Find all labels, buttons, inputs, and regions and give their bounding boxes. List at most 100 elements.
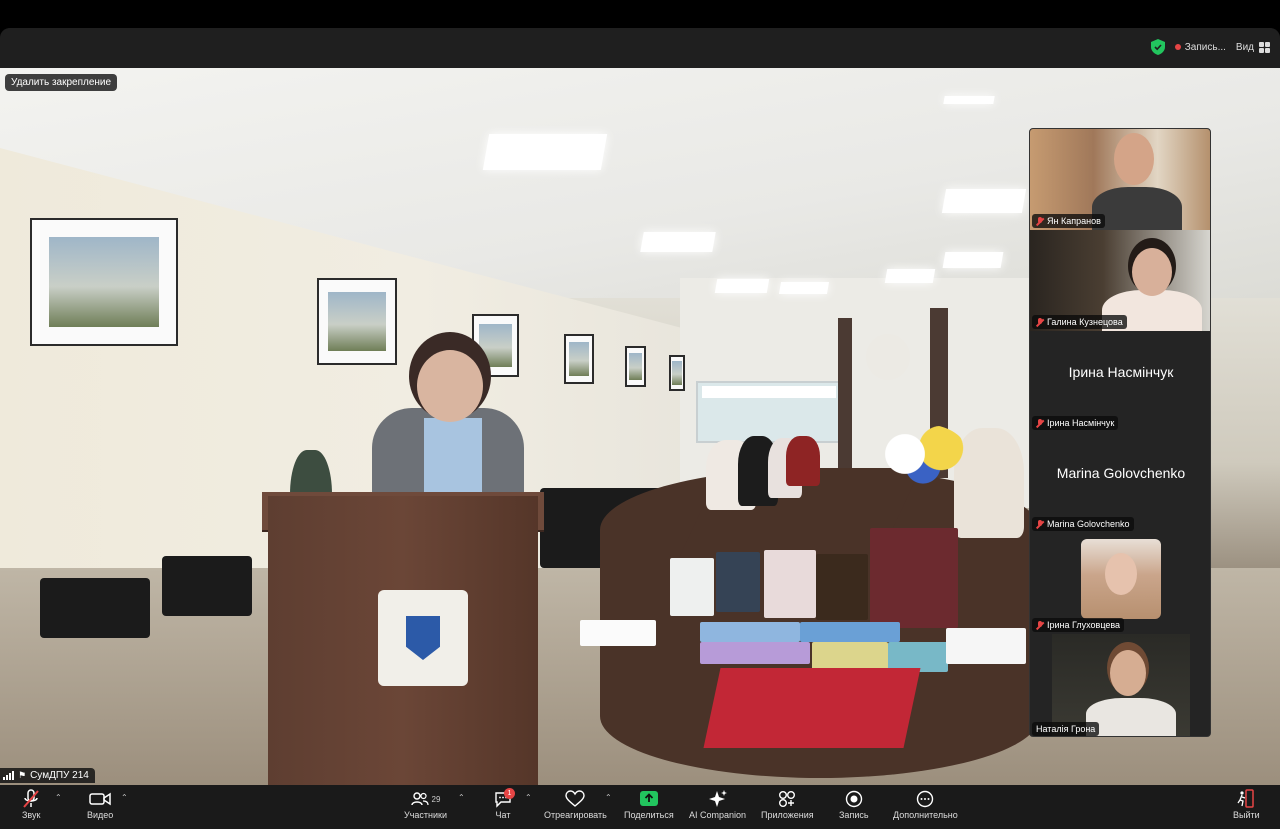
embroidered-cloth	[703, 668, 921, 748]
chevron-up-icon[interactable]: ⌃	[55, 793, 62, 802]
apps-button[interactable]: Приложения	[761, 788, 814, 820]
exhibit-book	[870, 528, 958, 628]
participants-button[interactable]: 29 Участники	[404, 788, 447, 820]
participant-name: Ян Капранов	[1047, 216, 1101, 226]
wall-picture	[317, 278, 397, 365]
participant-shoulders	[1092, 187, 1182, 230]
apps-icon-wrap	[778, 788, 796, 810]
exhibit-book	[816, 554, 868, 620]
signal-strength-icon	[3, 771, 14, 780]
mic-muted-icon	[1036, 519, 1044, 529]
record-label: Запись	[839, 810, 869, 820]
ceiling-light	[778, 282, 830, 294]
participant-label: Ірина Насмінчук	[1032, 416, 1119, 430]
leave-button[interactable]: Выйти	[1233, 788, 1260, 820]
chat-button[interactable]: 1 Чат	[494, 788, 515, 820]
wall-picture	[564, 334, 594, 384]
react-button[interactable]: Отреагировать	[544, 788, 607, 820]
chevron-up-icon[interactable]: ⌃	[121, 793, 128, 802]
gallery-panel: Ян Капранов Галина Кузнецова Ірина Насмі…	[1029, 128, 1211, 737]
participant-name: Галина Кузнецова	[1047, 317, 1123, 327]
shield-icon[interactable]	[1150, 39, 1165, 55]
more-dots-icon	[917, 790, 934, 808]
audio-icon-wrap	[22, 788, 40, 810]
scene-chair	[162, 556, 252, 616]
participants-icon	[410, 792, 429, 806]
main-participant-label: ⚑ СумДПУ 214	[0, 768, 95, 783]
share-screen-icon	[639, 791, 658, 806]
more-label: Дополнительно	[893, 810, 958, 820]
chevron-up-icon[interactable]: ⌃	[525, 793, 532, 802]
record-dot-icon	[1174, 44, 1181, 50]
participants-icon-wrap: 29	[410, 788, 441, 810]
sparkle-icon	[708, 790, 727, 807]
video-camera-icon	[89, 792, 111, 806]
titlebar-controls: Запись... Вид	[1150, 39, 1270, 55]
audience-member	[786, 436, 820, 486]
grid-view-icon	[1259, 41, 1270, 53]
leave-icon-wrap	[1237, 788, 1255, 810]
share-label: Поделиться	[624, 810, 674, 820]
wall-emblem	[866, 334, 910, 380]
recording-indicator[interactable]: Запись...	[1174, 42, 1226, 53]
meeting-window: Запись... Вид Удалить закрепление ⚑ СумД…	[0, 28, 1280, 829]
participant-tile[interactable]: Ірина Глуховцева	[1030, 533, 1210, 634]
pin-icon: ⚑	[18, 770, 27, 780]
participant-label: Галина Кузнецова	[1032, 315, 1127, 329]
meeting-toolbar: Звук ⌃ Видео ⌃ 29 Участники ⌃ 1 Чат ⌃ От…	[0, 785, 1280, 829]
participants-label: Участники	[404, 810, 447, 820]
participant-tile[interactable]: Наталія Грона	[1030, 634, 1210, 736]
participants-count: 29	[431, 794, 441, 804]
ai-companion-button[interactable]: AI Companion	[689, 788, 746, 820]
record-icon	[845, 790, 862, 808]
video-label: Видео	[87, 810, 114, 820]
participant-face	[1132, 248, 1172, 296]
more-icon-wrap	[916, 788, 934, 810]
participant-tile[interactable]: Ірина Насмінчук Ірина Насмінчук	[1030, 331, 1210, 432]
participant-tile[interactable]: Marina Golovchenko Marina Golovchenko	[1030, 432, 1210, 533]
exhibit-stand-header	[702, 386, 836, 398]
chevron-up-icon[interactable]: ⌃	[458, 793, 465, 802]
chevron-up-icon[interactable]: ⌃	[605, 793, 612, 802]
ceiling-light	[943, 96, 995, 104]
participant-label: Ян Капранов	[1032, 214, 1105, 228]
participant-tile[interactable]: Галина Кузнецова	[1030, 230, 1210, 331]
scene-chair	[40, 578, 150, 638]
ceiling-light	[942, 252, 1004, 268]
audio-label: Звук	[22, 810, 41, 820]
wall-picture	[669, 355, 685, 391]
scene-pillar	[838, 318, 852, 478]
participant-avatar	[1081, 539, 1161, 619]
unpin-button[interactable]: Удалить закрепление	[5, 74, 118, 91]
participant-face	[1114, 133, 1154, 185]
participant-shoulders	[1086, 698, 1176, 736]
participant-display-name: Ірина Насмінчук	[1068, 364, 1174, 380]
video-icon-wrap	[89, 788, 111, 810]
mic-muted-icon	[1036, 418, 1044, 428]
exhibit-paper	[580, 620, 656, 646]
share-button[interactable]: Поделиться	[624, 788, 674, 820]
ceiling-light	[640, 232, 716, 252]
video-button[interactable]: Видео	[87, 788, 113, 820]
title-bar: Запись... Вид	[0, 28, 1280, 68]
audio-button[interactable]: Звук	[22, 788, 40, 820]
view-label: Вид	[1235, 41, 1254, 53]
view-button[interactable]: Вид	[1235, 41, 1270, 53]
participant-label: Ірина Глуховцева	[1032, 618, 1125, 632]
ceiling-light	[884, 269, 936, 283]
participant-label: Marina Golovchenko	[1032, 517, 1134, 531]
leave-door-icon	[1237, 789, 1255, 808]
chat-badge: 1	[504, 788, 515, 799]
leave-label: Выйти	[1233, 810, 1260, 820]
participant-label: Наталія Грона	[1032, 722, 1100, 736]
more-button[interactable]: Дополнительно	[893, 788, 958, 820]
exhibit-book	[700, 622, 800, 642]
mic-muted-icon	[23, 789, 39, 808]
mic-muted-icon	[1036, 620, 1044, 630]
exhibit-paper	[946, 628, 1026, 664]
record-button[interactable]: Запись	[839, 788, 869, 820]
participant-tile[interactable]: Ян Капранов	[1030, 129, 1210, 230]
main-participant-name: СумДПУ 214	[30, 770, 89, 781]
heart-icon	[565, 790, 586, 807]
participant-display-name: Marina Golovchenko	[1056, 465, 1186, 481]
